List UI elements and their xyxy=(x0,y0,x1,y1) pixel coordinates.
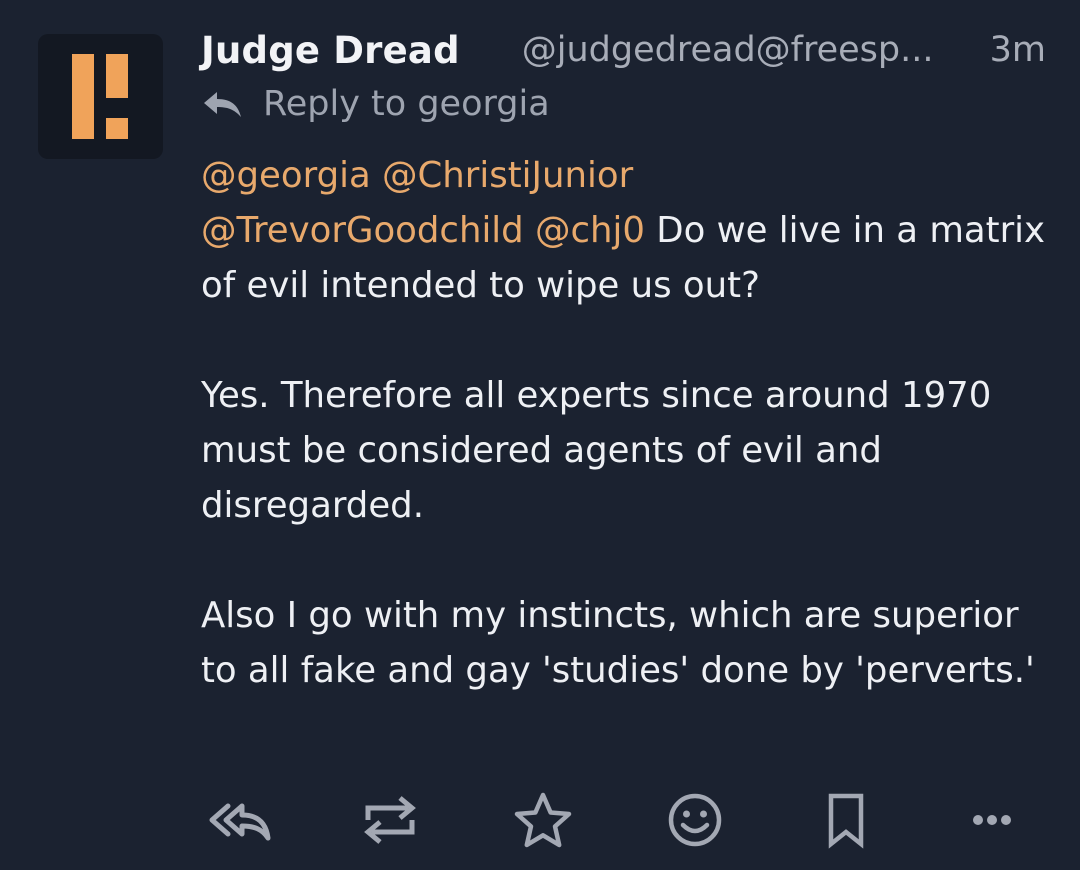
bookmark-button[interactable] xyxy=(814,788,878,852)
display-name[interactable]: Judge Dread xyxy=(201,29,460,72)
mention-link[interactable]: @TrevorGoodchild xyxy=(201,210,524,251)
favourite-icon xyxy=(514,792,572,848)
paragraph-text: Also I go with my instincts, which are s… xyxy=(201,595,1035,691)
mention-link[interactable]: @chj0 xyxy=(535,210,645,251)
reply-all-icon xyxy=(209,803,271,841)
emoji-reaction-icon xyxy=(668,793,722,847)
bookmark-icon xyxy=(828,793,864,849)
mention-link[interactable]: @ChristiJunior xyxy=(382,155,633,196)
timestamp[interactable]: 3m xyxy=(990,30,1046,70)
reply-indicator[interactable]: Reply to georgia xyxy=(201,80,550,128)
reply-icon xyxy=(201,88,245,120)
reply-to-label: Reply to georgia xyxy=(263,84,550,124)
avatar[interactable] xyxy=(38,34,163,159)
boost-button[interactable] xyxy=(358,788,422,852)
more-icon xyxy=(973,815,1011,825)
boost-icon xyxy=(364,796,416,844)
account-handle[interactable]: @judgedread@freesp... xyxy=(522,30,988,70)
status-body: @georgia @ChristiJunior @TrevorGoodchild… xyxy=(201,148,1051,753)
status-header: Judge Dread @judgedread@freesp... 3m xyxy=(201,26,1046,74)
action-bar xyxy=(0,788,1080,852)
more-button[interactable] xyxy=(960,788,1024,852)
paragraph-text: Yes. Therefore all experts since around … xyxy=(201,375,992,526)
mention-link[interactable]: @georgia xyxy=(201,155,371,196)
emoji-reaction-button[interactable] xyxy=(663,788,727,852)
logo-icon xyxy=(72,54,128,139)
favourite-button[interactable] xyxy=(511,788,575,852)
reply-all-button[interactable] xyxy=(208,788,272,852)
status-post: Judge Dread @judgedread@freesp... 3m Rep… xyxy=(0,0,1080,870)
